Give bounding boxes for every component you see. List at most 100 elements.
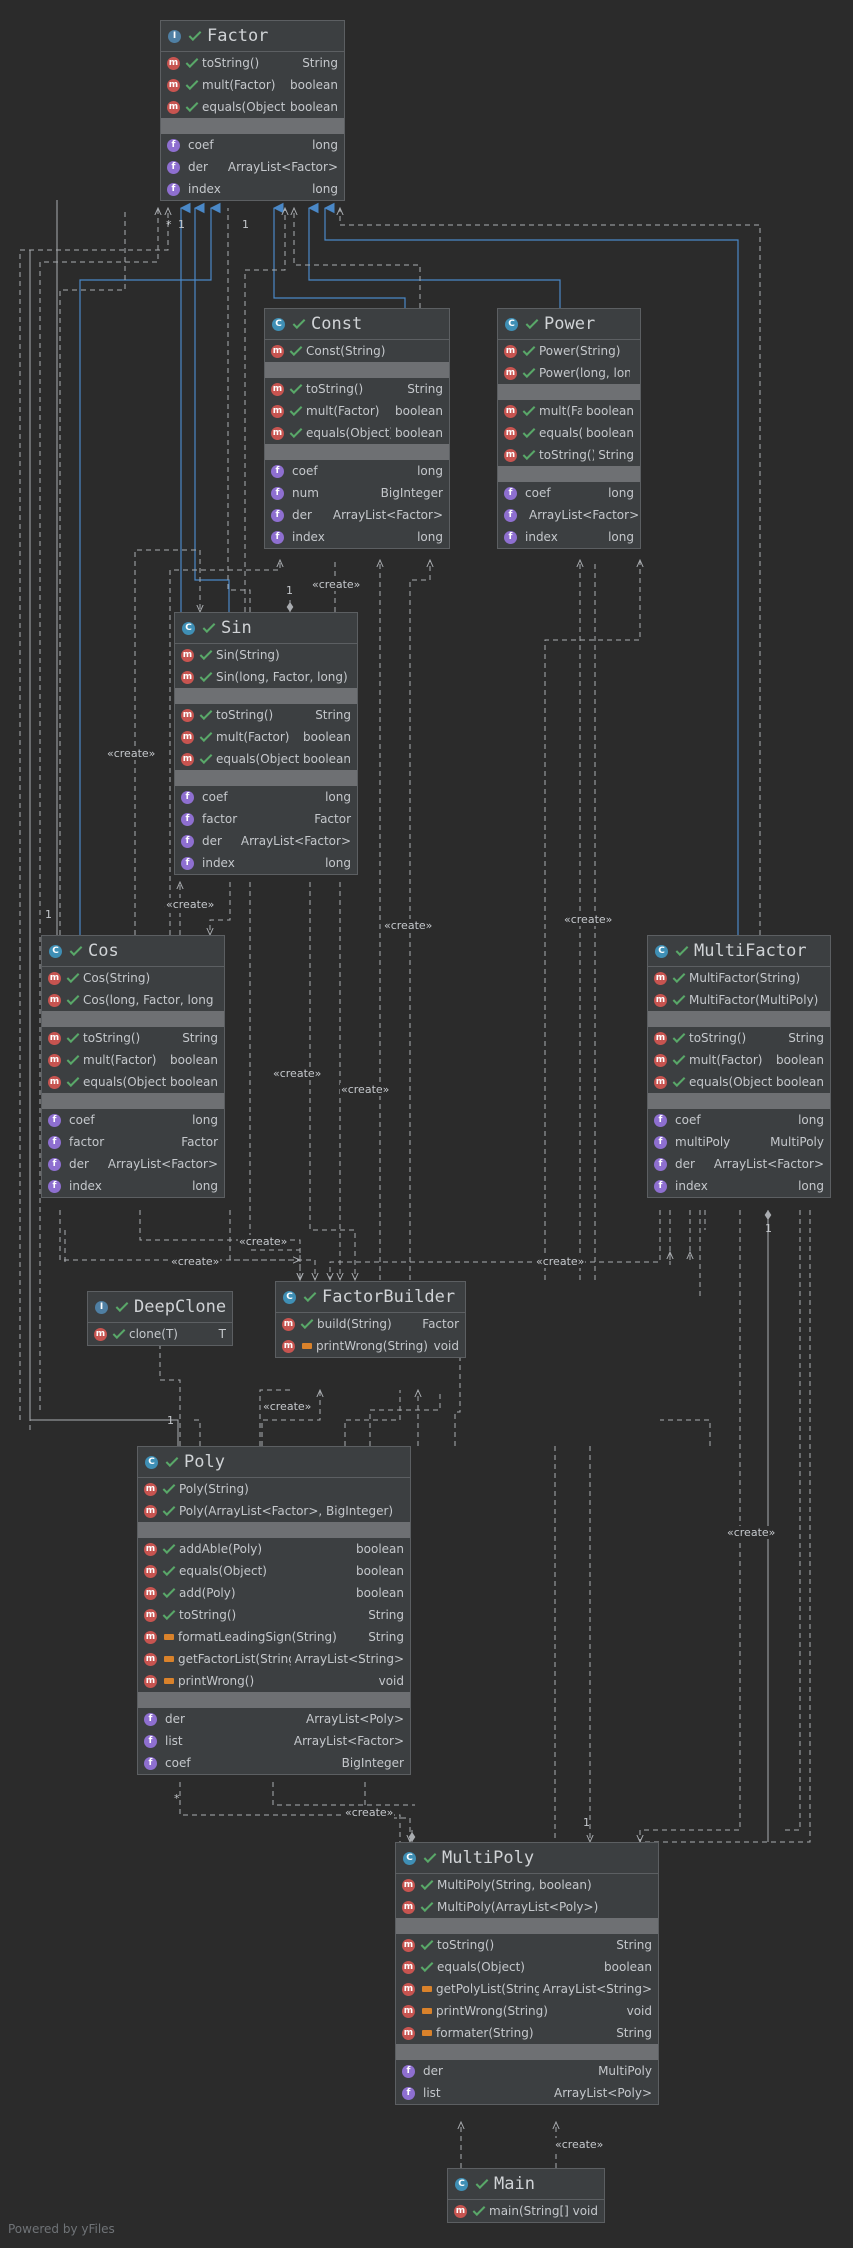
constructor-row[interactable]: m Poly(ArrayList<Factor>, BigInteger) [138,1500,410,1522]
method-row[interactable]: mequals(Object)boolean [648,1071,830,1093]
field-row[interactable]: f coef long [265,460,449,482]
field-row[interactable]: fderArrayList<Factor> [175,830,357,852]
field-row[interactable]: fderArrayList<Factor> [265,504,449,526]
field-row[interactable]: f num BigInteger [265,482,449,504]
method-row[interactable]: mequals(Object)boolean [161,96,344,118]
field-row[interactable]: f index long [648,1175,830,1197]
field-row[interactable]: f list ArrayList<Poly> [396,2082,658,2104]
public-visibility-icon [672,1030,686,1043]
compartment-separator [648,1011,830,1027]
class-factor[interactable]: I Factor m toString() String m mult(Factor) boo… [160,20,345,201]
class-multifactor[interactable]: C MultiFactor m MultiFactor(String) m MultiFa… [647,935,831,1198]
field-row[interactable]: fderArrayList<Factor> [161,156,344,178]
method-row[interactable]: mequals(Object)boolean [265,422,449,444]
field-row[interactable]: f der ArrayList<Poly> [138,1708,410,1730]
method-row[interactable]: mequals(Object)boolean [42,1071,224,1093]
method-row[interactable]: mmult(Factor)boolean [175,726,357,748]
constructor-row[interactable]: m Power(String) [498,340,640,362]
class-power[interactable]: CPowermPower(String)mPower(long, long)mm… [497,308,641,549]
constructor-row[interactable]: m MultiFactor(String) [648,967,830,989]
method-row[interactable]: m toString() String [265,378,449,400]
method-row[interactable]: m printWrong() void [138,1670,410,1692]
create-label: «create» [535,1255,586,1268]
method-row[interactable]: m main(String[]) void [448,2200,604,2222]
field-row[interactable]: f list ArrayList<Factor> [138,1730,410,1752]
field-row[interactable]: f coef long [498,482,640,504]
method-row[interactable]: m getPolyList(String) ArrayList<String> [396,1978,658,2000]
member-name: num [292,486,319,500]
class-const[interactable]: C Const m Const(String) m toString() String m mu… [264,308,450,549]
method-row[interactable]: m addAble(Poly) boolean [138,1538,410,1560]
field-row[interactable]: f index long [42,1175,224,1197]
method-row[interactable]: mmult(Factor)boolean [498,400,640,422]
class-header: C Cos [42,936,224,967]
method-row[interactable]: mmult(Factor)boolean [648,1049,830,1071]
field-row[interactable]: fderArrayList<Factor> [648,1153,830,1175]
class-cos[interactable]: C Cos m Cos(String) m Cos(long, Factor, long)… [41,935,225,1198]
member-type: boolean [395,426,443,440]
method-row[interactable]: m formater(String) String [396,2022,658,2044]
method-icon: m [654,1075,667,1089]
method-row[interactable]: m clone(T) T [88,1323,232,1345]
constructor-row[interactable]: m Cos(String) [42,967,224,989]
method-row[interactable]: mequals(Object)boolean [498,422,640,444]
field-row[interactable]: f coef long [648,1109,830,1131]
constructor-row[interactable]: m Cos(long, Factor, long) [42,989,224,1011]
member-name: multiPoly [675,1135,731,1149]
member-name: der [165,1712,185,1726]
class-deepclone[interactable]: I DeepClone m clone(T) T [87,1291,233,1346]
class-factorbuilder[interactable]: C FactorBuilder m build(String) Factor m print… [275,1281,466,1358]
method-row[interactable]: m add(Poly) boolean [138,1582,410,1604]
constructor-row[interactable]: m Poly(String) [138,1478,410,1500]
constructor-row[interactable]: m MultiPoly(String, boolean) [396,1874,658,1896]
field-row[interactable]: f der MultiPoly [396,2060,658,2082]
method-icon: m [282,1339,295,1353]
field-row[interactable]: f index long [175,852,357,874]
field-row[interactable]: f index long [161,178,344,200]
field-row[interactable]: f coef BigInteger [138,1752,410,1774]
method-row[interactable]: m toString() String [498,444,640,466]
method-row[interactable]: m formatLeadingSign(String) String [138,1626,410,1648]
method-row[interactable]: m toString() String [648,1027,830,1049]
method-row[interactable]: mequals(Object)boolean [138,1560,410,1582]
field-row[interactable]: f index long [498,526,640,548]
method-row[interactable]: m toString() String [42,1027,224,1049]
member-name: build(String) [317,1317,392,1331]
method-row[interactable]: mequals(Object)boolean [175,748,357,770]
class-poly[interactable]: C Poly m Poly(String) m Poly(ArrayList<Factor… [137,1446,411,1775]
constructor-row[interactable]: m Sin(long, Factor, long) [175,666,357,688]
method-row[interactable]: m toString() String [396,1934,658,1956]
constructor-row[interactable]: m MultiFactor(MultiPoly) [648,989,830,1011]
class-multipoly[interactable]: C MultiPoly m MultiPoly(String, boolean) m Mu… [395,1842,659,2105]
method-row[interactable]: mmult(Factor)boolean [42,1049,224,1071]
method-row[interactable]: mmult(Factor)boolean [265,400,449,422]
class-sin[interactable]: C Sin m Sin(String) m Sin(long, Factor, long)… [174,612,358,875]
member-name: equals(Object) [539,426,583,440]
method-row[interactable]: m printWrong(String) void [396,2000,658,2022]
method-row[interactable]: mmult(Factor)boolean [161,74,344,96]
class-main[interactable]: C Main m main(String[]) void [447,2168,605,2223]
field-row[interactable]: f coef long [175,786,357,808]
method-row[interactable]: m toString() String [138,1604,410,1626]
field-row[interactable]: f coef long [161,134,344,156]
method-row[interactable]: m toString() String [175,704,357,726]
method-row[interactable]: m printWrong(String) void [276,1335,465,1357]
method-row[interactable]: m build(String) Factor [276,1313,465,1335]
field-row[interactable]: f index long [265,526,449,548]
field-row[interactable]: fderArrayList<Factor> [498,504,640,526]
constructor-row[interactable]: m Sin(String) [175,644,357,666]
constructor-row[interactable]: m Power(long, long) [498,362,640,384]
field-row[interactable]: f factor Factor [42,1131,224,1153]
member-name: Poly(ArrayList<Factor>, BigInteger) [179,1504,394,1518]
constructor-row[interactable]: m Const(String) [265,340,449,362]
field-row[interactable]: fderArrayList<Factor> [42,1153,224,1175]
constructor-row[interactable]: m MultiPoly(ArrayList<Poly>) [396,1896,658,1918]
field-row[interactable]: f factor Factor [175,808,357,830]
field-row[interactable]: f multiPoly MultiPoly [648,1131,830,1153]
method-row[interactable]: m getFactorList(String) ArrayList<String> [138,1648,410,1670]
member-name: factor [202,812,238,826]
method-row[interactable]: m toString() String [161,52,344,74]
field-row[interactable]: f coef long [42,1109,224,1131]
method-row[interactable]: mequals(Object)boolean [396,1956,658,1978]
method-icon: m [271,426,284,440]
